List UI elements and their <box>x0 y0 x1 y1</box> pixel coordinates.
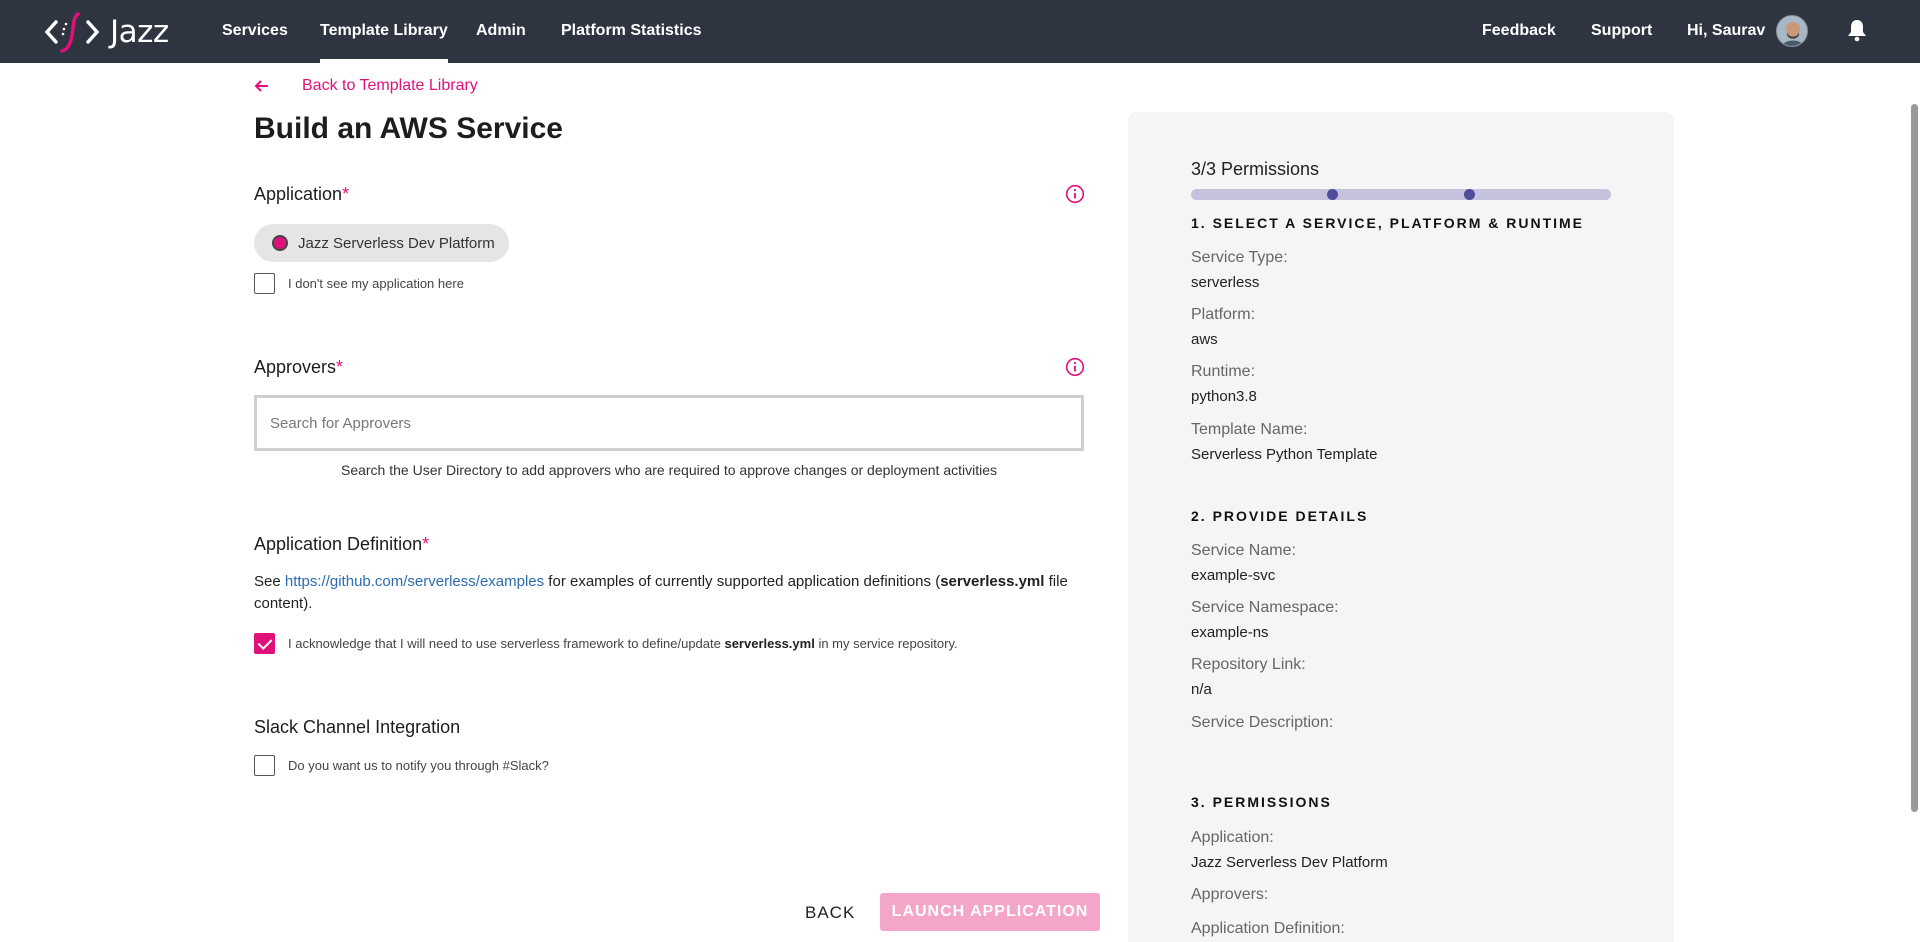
definition-see: See <box>254 573 285 590</box>
application-chip-label: Jazz Serverless Dev Platform <box>298 234 495 252</box>
step-1-heading: 1. SELECT A SERVICE, PLATFORM & RUNTIME <box>1191 215 1585 231</box>
template-name-label: Template Name: <box>1191 421 1308 438</box>
not-listed-option: I don't see my application here <box>254 273 464 294</box>
jazz-logo[interactable]: Jazz <box>42 10 169 54</box>
progress-step-dot <box>1464 189 1475 200</box>
runtime-value: python3.8 <box>1191 388 1257 405</box>
progress-label: 3/3 Permissions <box>1191 159 1320 179</box>
required-marker: * <box>342 184 350 204</box>
acknowledge-checkbox[interactable] <box>254 633 275 654</box>
service-description-label: Service Description: <box>1191 714 1334 731</box>
nav-platform-statistics[interactable]: Platform Statistics <box>561 0 701 63</box>
definition-mid: for examples of currently supported appl… <box>544 573 941 590</box>
approvers-helper-text: Search the User Directory to add approve… <box>340 462 997 478</box>
approvers-label: Approvers* <box>254 357 343 378</box>
arrow-left-icon <box>254 80 268 92</box>
not-listed-checkbox[interactable] <box>254 273 275 294</box>
page-title: Build an AWS Service <box>254 112 563 145</box>
page-scrollbar[interactable] <box>1911 104 1918 812</box>
progress-bar <box>1191 189 1611 200</box>
service-type-label: Service Type: <box>1191 249 1288 266</box>
slack-question: Do you want us to notify you through #Sl… <box>288 758 549 773</box>
approvers-label-text: Approvers <box>254 357 337 377</box>
radio-selected-icon <box>272 235 288 251</box>
application-definition-summary-label: Application Definition: <box>1191 920 1345 937</box>
top-nav: Jazz Services Template Library Admin Pla… <box>0 0 1920 63</box>
step-2-heading: 2. PROVIDE DETAILS <box>1191 508 1369 524</box>
service-name-value: example-svc <box>1191 567 1276 584</box>
application-summary-label: Application: <box>1191 829 1274 846</box>
service-name-label: Service Name: <box>1191 542 1296 559</box>
repository-link-value: n/a <box>1191 681 1212 698</box>
user-avatar-icon <box>1777 16 1807 46</box>
application-summary-value: Jazz Serverless Dev Platform <box>1191 854 1388 871</box>
slack-checkbox[interactable] <box>254 755 275 776</box>
required-marker: * <box>422 534 430 554</box>
avatar[interactable] <box>1776 15 1808 47</box>
application-definition-label-text: Application Definition <box>254 534 423 554</box>
repository-link-label: Repository Link: <box>1191 656 1306 673</box>
acknowledge-label: I acknowledge that I will need to use se… <box>288 636 958 651</box>
template-name-value: Serverless Python Template <box>1191 446 1378 463</box>
info-icon[interactable] <box>1065 184 1085 204</box>
nav-services[interactable]: Services <box>222 0 288 63</box>
approvers-summary-label: Approvers: <box>1191 886 1269 903</box>
runtime-label: Runtime: <box>1191 363 1256 380</box>
support-link[interactable]: Support <box>1591 0 1652 63</box>
serverless-examples-link[interactable]: https://github.com/serverless/examples <box>285 573 544 590</box>
ack-post: in my service repository. <box>814 636 958 651</box>
bell-icon[interactable] <box>1846 18 1868 42</box>
back-link-label: Back to Template Library <box>302 77 478 94</box>
service-namespace-value: example-ns <box>1191 624 1269 641</box>
slack-option: Do you want us to notify you through #Sl… <box>254 755 549 776</box>
service-namespace-label: Service Namespace: <box>1191 599 1339 616</box>
application-label: Application* <box>254 184 349 205</box>
platform-value: aws <box>1191 331 1218 348</box>
application-label-text: Application <box>254 184 343 204</box>
slack-label: Slack Channel Integration <box>254 717 461 737</box>
step-3-heading: 3. PERMISSIONS <box>1191 794 1332 810</box>
application-definition-description: See https://github.com/serverless/exampl… <box>254 571 1084 615</box>
application-chip[interactable]: Jazz Serverless Dev Platform <box>254 224 509 262</box>
info-icon[interactable] <box>1065 357 1085 377</box>
launch-application-button[interactable]: LAUNCH APPLICATION <box>880 893 1100 931</box>
definition-file: serverless.yml <box>940 573 1045 590</box>
nav-admin[interactable]: Admin <box>476 0 526 63</box>
feedback-link[interactable]: Feedback <box>1482 0 1556 63</box>
user-greeting[interactable]: Hi, Saurav <box>1687 0 1765 63</box>
jazz-logo-icon <box>44 12 100 53</box>
ack-pre: I acknowledge that I will need to use se… <box>288 636 725 651</box>
not-listed-label: I don't see my application here <box>288 276 464 291</box>
approvers-search-input[interactable] <box>254 395 1084 451</box>
acknowledge-option: I acknowledge that I will need to use se… <box>254 633 958 654</box>
back-button[interactable]: BACK <box>805 895 855 931</box>
required-marker: * <box>336 357 344 377</box>
ack-file: serverless.yml <box>724 636 815 651</box>
brand-name: Jazz <box>110 14 169 50</box>
service-type-value: serverless <box>1191 274 1260 291</box>
application-definition-label: Application Definition* <box>254 534 429 555</box>
summary-panel <box>1128 112 1674 942</box>
platform-label: Platform: <box>1191 306 1256 323</box>
back-to-template-library-link[interactable]: Back to Template Library <box>254 74 478 98</box>
progress-step-dot <box>1327 189 1338 200</box>
nav-template-library[interactable]: Template Library <box>320 0 448 63</box>
